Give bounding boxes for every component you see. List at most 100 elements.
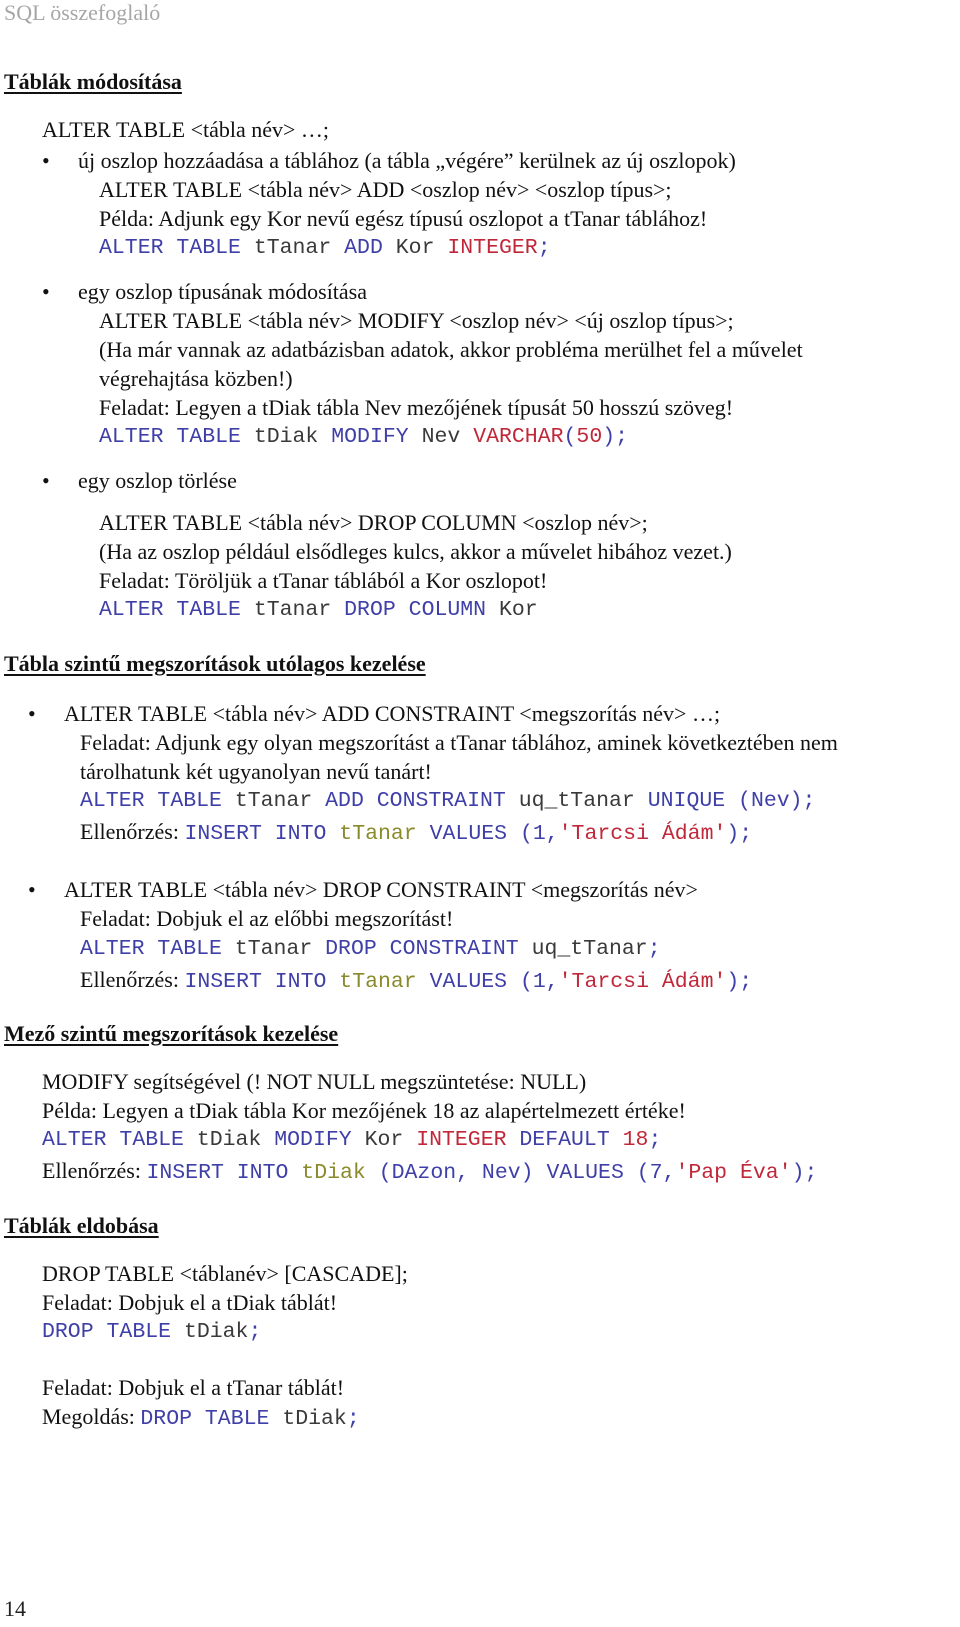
code-token: ( <box>563 425 577 449</box>
drop-column-bullet: egy oszlop törlése <box>78 468 237 493</box>
running-header: SQL összefoglaló <box>4 0 161 25</box>
code-token: ; <box>346 1407 360 1431</box>
section-heading-modify-tables: Táblák módosítása <box>4 69 182 94</box>
code-token: ALTER TABLE <box>99 236 254 260</box>
code-token: ); <box>726 970 753 994</box>
drop-table-syntax: DROP TABLE <táblanév> [CASCADE]; <box>42 1261 408 1286</box>
code-token: Kor <box>498 598 538 622</box>
code-token: 50 <box>576 425 603 449</box>
code-token: uq_tTanar <box>518 789 648 813</box>
code-token: DROP TABLE <box>42 1320 184 1344</box>
modify-column-note-2: végrehajtása közben!) <box>99 366 293 391</box>
check-label: Ellenőrzés: <box>80 967 185 992</box>
bullet-icon: • <box>42 468 50 493</box>
drop-column-syntax: ALTER TABLE <tábla név> DROP COLUMN <osz… <box>99 510 648 535</box>
field-constraints-line1: MODIFY segítségével (! NOT NULL megszünt… <box>42 1069 587 1094</box>
code-block: DROP TABLE tDiak; <box>42 1319 261 1345</box>
code-token: tTanar <box>339 822 430 846</box>
code-token: UNIQUE (Nev); <box>647 789 816 813</box>
add-constraint-task-1: Feladat: Adjunk egy olyan megszorítást a… <box>80 730 838 755</box>
code-token: uq_tTanar <box>531 937 648 961</box>
check-line: Ellenőrzés: INSERT INTO tDiak (DAzon, Ne… <box>42 1158 817 1186</box>
drop-constraint-bullet: ALTER TABLE <tábla név> DROP CONSTRAINT … <box>64 877 698 902</box>
add-constraint-bullet: ALTER TABLE <tábla név> ADD CONSTRAINT <… <box>64 701 721 726</box>
code-token: INSERT INTO <box>184 970 340 994</box>
solution-line: Megoldás: DROP TABLE tDiak; <box>42 1404 360 1432</box>
code-token: INSERT INTO <box>146 1161 302 1185</box>
section-heading-drop-tables: Táblák eldobása <box>4 1213 159 1238</box>
code-token: 'Pap Éva' <box>675 1161 792 1185</box>
code-token: DROP CONSTRAINT <box>325 937 532 961</box>
code-token: DROP TABLE <box>140 1407 283 1431</box>
solution-code: DROP TABLE tDiak; <box>140 1407 359 1431</box>
check-label: Ellenőrzés: <box>42 1158 147 1183</box>
code-block: ALTER TABLE tTanar DROP COLUMN Kor <box>99 597 538 623</box>
bullet-icon: • <box>28 877 36 902</box>
modify-column-task: Feladat: Legyen a tDiak tábla Nev mezőjé… <box>99 395 734 420</box>
code-token: ALTER TABLE <box>99 425 254 449</box>
code-token: DEFAULT <box>519 1128 623 1152</box>
code-token: tTanar <box>234 789 326 813</box>
check-code: INSERT INTO tDiak (DAzon, Nev) VALUES (7… <box>146 1161 817 1185</box>
code-token: VARCHAR <box>473 425 564 449</box>
code-token: Kor <box>395 236 448 260</box>
section-heading-table-constraints: Tábla szintű megszorítások utólagos keze… <box>4 651 426 676</box>
check-code: INSERT INTO tTanar VALUES (1,'Tarcsi Ádá… <box>184 970 752 994</box>
drop-table-task-2: Feladat: Dobjuk el a tTanar táblát! <box>42 1375 345 1400</box>
code-token: tTanar <box>339 970 430 994</box>
page-number: 14 <box>4 1596 26 1621</box>
code-token: tTanar <box>253 598 345 622</box>
bullet-icon: • <box>42 148 50 173</box>
code-token: ; <box>248 1320 262 1344</box>
solution-label: Megoldás: <box>42 1404 141 1429</box>
code-token: 'Tarcsi Ádám' <box>558 970 727 994</box>
bullet-icon: • <box>28 701 36 726</box>
code-token: (DAzon, Nev) VALUES (7, <box>378 1161 676 1185</box>
modify-column-bullet: egy oszlop típusának módosítása <box>78 279 368 304</box>
code-token: ; <box>648 1128 662 1152</box>
code-token: ALTER TABLE <box>80 789 235 813</box>
code-token: tDiak <box>196 1128 275 1152</box>
add-column-syntax: ALTER TABLE <tábla név> ADD <oszlop név>… <box>99 177 672 202</box>
check-code: INSERT INTO tTanar VALUES (1,'Tarcsi Ádá… <box>184 822 752 846</box>
code-block: ALTER TABLE tTanar ADD Kor INTEGER; <box>99 235 551 261</box>
field-constraints-example: Példa: Legyen a tDiak tábla Kor mezőjéne… <box>42 1098 686 1123</box>
bullet-icon: • <box>42 279 50 304</box>
code-token: tTanar <box>234 937 326 961</box>
code-token: tTanar <box>253 236 345 260</box>
code-token: ALTER TABLE <box>42 1128 197 1152</box>
check-line: Ellenőrzés: INSERT INTO tTanar VALUES (1… <box>80 967 752 995</box>
modify-column-syntax: ALTER TABLE <tábla név> MODIFY <oszlop n… <box>99 308 734 333</box>
code-token: INTEGER <box>416 1128 520 1152</box>
drop-table-task-1: Feladat: Dobjuk el a tDiak táblát! <box>42 1290 338 1315</box>
code-token: tDiak <box>282 1407 347 1431</box>
code-block: ALTER TABLE tTanar ADD CONSTRAINT uq_tTa… <box>80 788 815 814</box>
add-constraint-task-2: tárolhatunk két ugyanolyan nevű tanárt! <box>80 759 432 784</box>
code-token: ); <box>791 1161 818 1185</box>
code-block: ALTER TABLE tTanar DROP CONSTRAINT uq_tT… <box>80 936 661 962</box>
code-token: Kor <box>364 1128 417 1152</box>
code-token: tDiak <box>183 1320 249 1344</box>
code-token: ADD <box>344 236 396 260</box>
code-token: VALUES (1, <box>429 822 559 846</box>
code-token: tDiak <box>301 1161 379 1185</box>
code-token: ; <box>647 937 661 961</box>
code-token: MODIFY <box>274 1128 365 1152</box>
add-column-example: Példa: Adjunk egy Kor nevű egész típusú … <box>99 206 708 231</box>
code-token: 'Tarcsi Ádám' <box>558 822 727 846</box>
drop-column-note: (Ha az oszlop például elsődleges kulcs, … <box>99 539 732 564</box>
code-token: INTEGER <box>447 236 538 260</box>
section-heading-field-constraints: Mező szintű megszorítások kezelése <box>4 1021 339 1046</box>
code-token: VALUES (1, <box>429 970 559 994</box>
drop-column-task: Feladat: Töröljük a tTanar táblából a Ko… <box>99 568 548 593</box>
modify-column-note-1: (Ha már vannak az adatbázisban adatok, a… <box>99 337 803 362</box>
code-token: Nev <box>421 425 474 449</box>
code-block: ALTER TABLE tDiak MODIFY Nev VARCHAR(50)… <box>99 424 628 450</box>
add-column-bullet: új oszlop hozzáadása a táblához (a tábla… <box>78 148 736 173</box>
code-block: ALTER TABLE tDiak MODIFY Kor INTEGER DEF… <box>42 1127 661 1153</box>
code-token: ); <box>602 425 629 449</box>
code-token: 18 <box>622 1128 649 1152</box>
code-token: ; <box>537 236 551 260</box>
code-token: ); <box>726 822 753 846</box>
alter-intro: ALTER TABLE <tábla név> …; <box>42 117 330 142</box>
